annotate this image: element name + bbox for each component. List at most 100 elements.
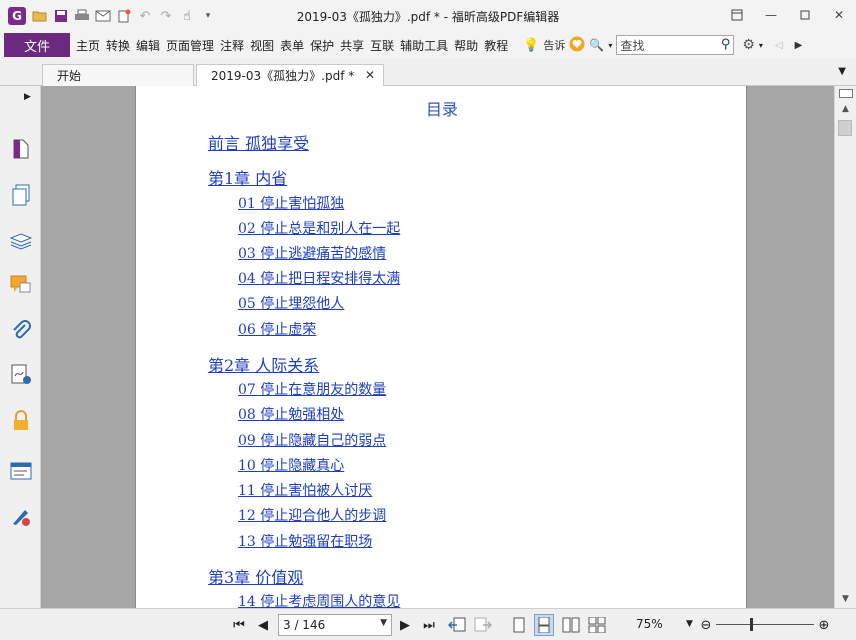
split-view-icon[interactable] [837,86,854,100]
title-bar: G ↶ ↷ ☝ ▾ 2019-03《孤独力》.pdf * - 福昕高级PDF编辑… [0,0,856,32]
find-options-icon[interactable]: 🔍 [589,38,604,52]
search-input[interactable]: 查找 ⚲ [616,35,735,55]
quick-access-dropdown-icon[interactable]: ▾ [200,8,216,24]
ribbon-display-icon[interactable] [720,0,754,30]
toc-section-link[interactable]: 07 停止在意朋友的数量 [238,379,386,399]
toc-title: 目录 [425,100,458,119]
ribbon-scroll-right-icon[interactable]: ▶ [795,40,803,51]
menu-comment[interactable]: 注释 [217,37,247,54]
zoom-out-icon[interactable]: ⊖ [697,616,715,634]
pages-icon[interactable] [10,138,32,160]
menu-home[interactable]: 主页 [73,37,103,54]
menu-share[interactable]: 共享 [337,37,367,54]
last-page-icon[interactable]: ⏭ [420,616,438,634]
toc-section-link[interactable]: 13 停止勉强留在职场 [238,531,372,551]
thumbnails-icon[interactable] [10,184,32,206]
toc-section-link[interactable]: 06 停止虚荣 [238,319,316,339]
zoom-level[interactable]: 75% [636,617,663,631]
open-folder-icon[interactable] [32,8,48,24]
redo-icon[interactable]: ↷ [158,8,174,24]
email-icon[interactable] [95,8,111,24]
tab-start[interactable]: 开始 [42,64,194,86]
previous-view-icon[interactable] [448,616,466,634]
scrollbar-thumb[interactable] [838,120,852,136]
layers-icon[interactable] [10,230,32,252]
tab-document[interactable]: 2019-03《孤独力》.pdf * ✕ [196,64,384,86]
next-page-icon[interactable]: ▶ [396,616,414,634]
lightbulb-icon[interactable]: 💡 [523,38,539,53]
menu-convert[interactable]: 转换 [103,37,133,54]
menu-accessibility[interactable]: 辅助工具 [397,37,451,54]
ribbon-scroll-left-icon[interactable]: ◁ [775,40,783,51]
settings-gear-icon[interactable]: ⚙ [742,37,755,53]
toc-section-link[interactable]: 12 停止迎合他人的步调 [238,505,386,525]
toc-section-link[interactable]: 04 停止把日程安排得太满 [238,268,400,288]
signatures-icon[interactable] [10,364,32,386]
toc-chapter-link[interactable]: 第1章 内省 [208,165,287,189]
toc-chapter-link[interactable]: 第2章 人际关系 [208,352,319,376]
scroll-down-icon[interactable]: ▼ [837,592,854,606]
comments-icon[interactable] [10,274,32,296]
zoom-slider-thumb[interactable] [750,618,753,631]
zoom-dropdown-icon[interactable]: ▼ [686,619,693,629]
menu-edit[interactable]: 编辑 [133,37,163,54]
facing-view-icon[interactable] [562,616,580,634]
save-icon[interactable] [53,8,69,24]
close-tab-icon[interactable]: ✕ [365,68,375,82]
previous-page-icon[interactable]: ◀ [254,616,272,634]
toc-section-link[interactable]: 08 停止勉强相处 [238,404,344,424]
page-number-field[interactable]: 3 / 146 ▼ [278,614,392,636]
toc-section-link[interactable]: 09 停止隐藏自己的弱点 [238,430,386,450]
app-logo-icon[interactable]: G [8,7,26,25]
status-bar: ⏮ ◀ 3 / 146 ▼ ▶ ⏭ 75% ▼ ⊖ ⊕ [0,608,856,640]
vertical-scrollbar[interactable]: ▲ ▼ [834,86,856,608]
security-lock-icon[interactable] [10,410,32,432]
next-view-icon[interactable] [474,616,492,634]
first-page-icon[interactable]: ⏮ [230,616,248,634]
tell-me-label[interactable]: 告诉 [543,37,565,53]
hand-tool-icon[interactable]: ☝ [179,8,195,24]
toc-section-link[interactable]: 03 停止逃避痛苦的感情 [238,243,386,263]
content-icon[interactable] [10,460,32,482]
toc-section-link[interactable]: 10 停止隐藏真心 [238,455,344,475]
file-menu-button[interactable]: 文件 [4,33,70,57]
search-icon[interactable]: ⚲ [721,37,731,52]
print-icon[interactable] [74,8,90,24]
maximize-button[interactable] [788,0,822,30]
feedback-heart-icon[interactable] [569,36,585,55]
menu-form[interactable]: 表单 [277,37,307,54]
scroll-up-icon[interactable]: ▲ [837,102,854,116]
menu-protect[interactable]: 保护 [307,37,337,54]
menu-connect[interactable]: 互联 [367,37,397,54]
minimize-button[interactable]: — [754,0,788,30]
tab-list-dropdown-icon[interactable]: ▼ [838,66,846,77]
toc-section-link[interactable]: 14 停止考虑周围人的意见 [238,591,400,608]
quick-access-toolbar: ↶ ↷ ☝ ▾ [32,8,216,24]
toc-section-link[interactable]: 02 停止总是和别人在一起 [238,218,400,238]
toc-section-link[interactable]: 11 停止害怕被人讨厌 [238,480,372,500]
continuous-facing-view-icon[interactable] [588,616,606,634]
toc-section-link[interactable]: 01 停止害怕孤独 [238,193,344,213]
zoom-slider-track[interactable] [716,624,814,625]
find-dropdown-icon[interactable]: ▾ [608,41,612,50]
menu-help[interactable]: 帮助 [451,37,481,54]
new-document-icon[interactable] [116,8,132,24]
undo-icon[interactable]: ↶ [137,8,153,24]
attachments-icon[interactable] [10,320,32,342]
navigation-panel: ▶ [0,86,41,608]
single-page-view-icon[interactable] [510,616,528,634]
settings-dropdown-icon[interactable]: ▾ [759,41,763,50]
toc-section-link[interactable]: 05 停止埋怨他人 [238,293,344,313]
close-window-button[interactable]: ✕ [822,0,856,30]
menu-view[interactable]: 视图 [247,37,277,54]
expand-panel-icon[interactable]: ▶ [24,92,31,102]
menu-organize[interactable]: 页面管理 [163,37,217,54]
continuous-view-icon[interactable] [534,614,554,636]
certify-pen-icon[interactable] [10,506,32,528]
toc-chapter-link[interactable]: 前言 孤独享受 [208,130,309,154]
menu-tutorial[interactable]: 教程 [481,37,511,54]
document-viewer: 目录 前言 孤独享受 第1章 内省 01 停止害怕孤独 02 停止总是和别人在一起 03… [41,86,834,608]
page-dropdown-icon[interactable]: ▼ [380,618,387,628]
toc-chapter-link[interactable]: 第3章 价值观 [208,564,303,588]
zoom-in-icon[interactable]: ⊕ [815,616,833,634]
